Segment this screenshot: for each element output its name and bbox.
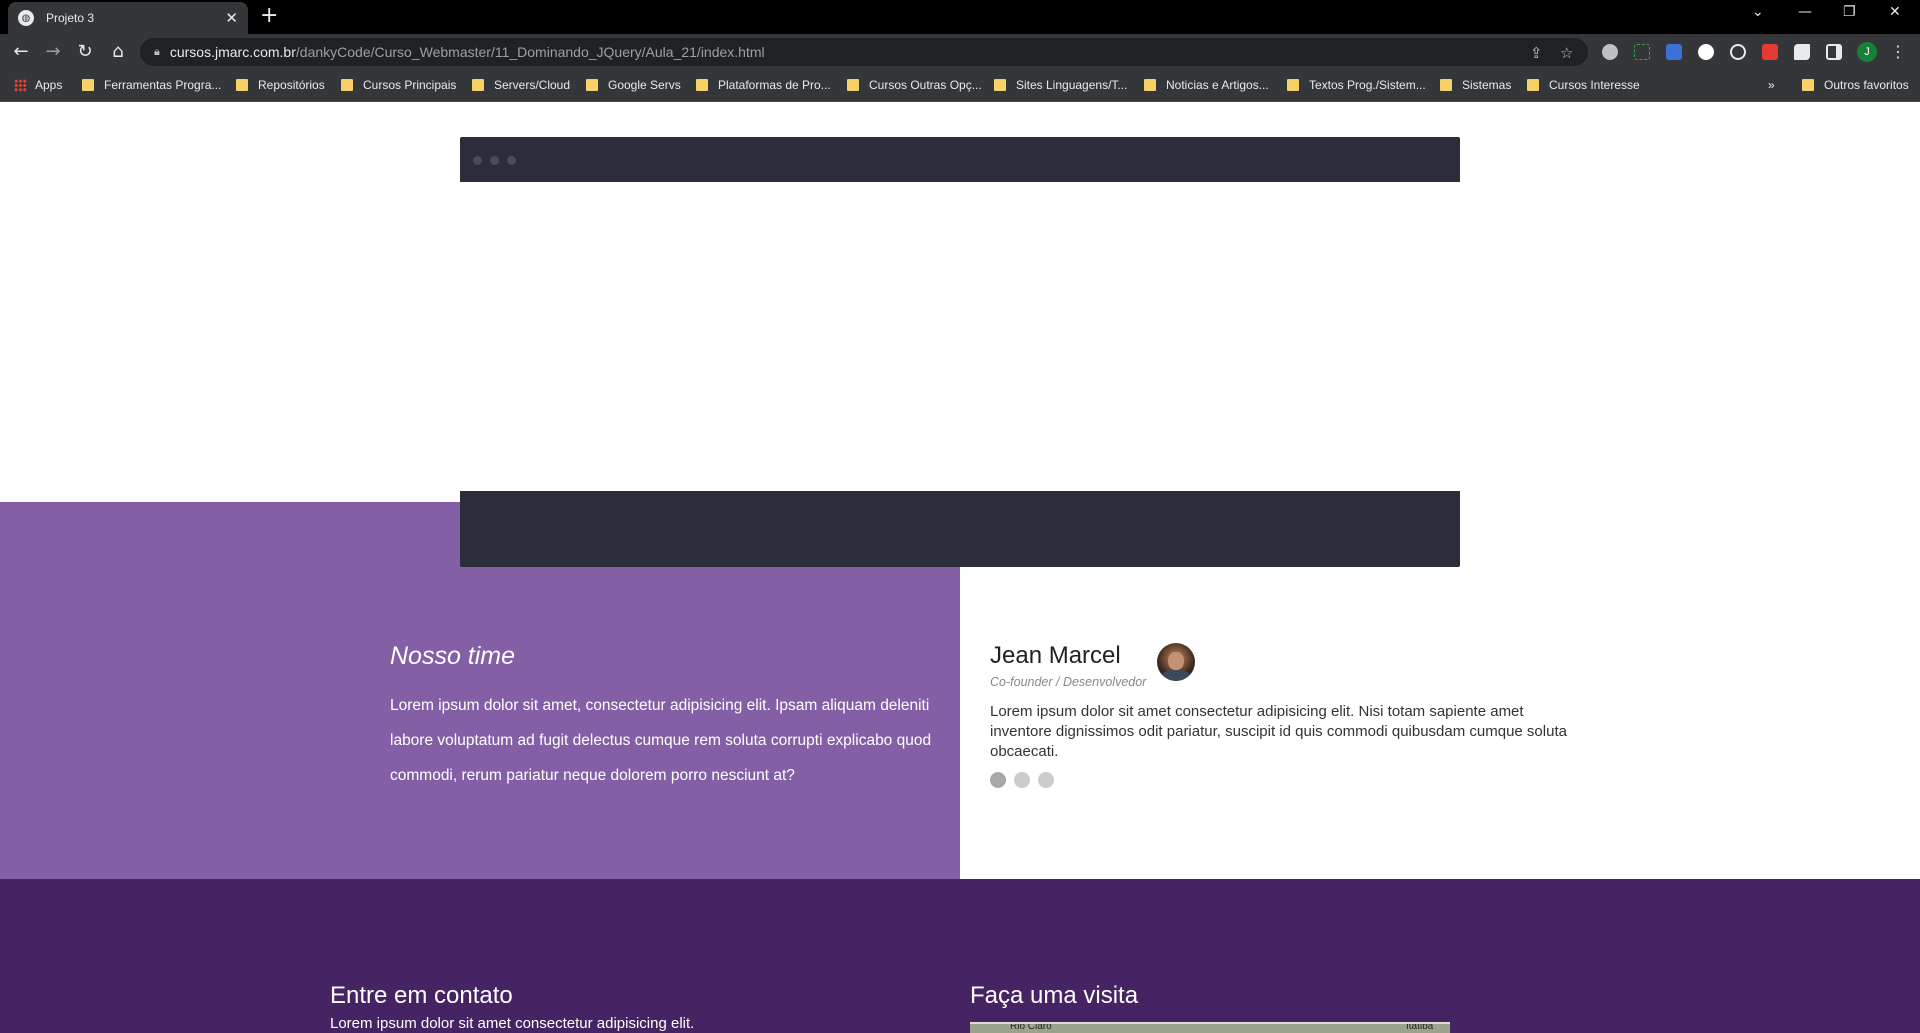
browser-mockup-footer (460, 491, 1460, 567)
gear-extension-icon[interactable] (1602, 44, 1618, 60)
profile-avatar[interactable]: J (1857, 42, 1877, 62)
other-bookmarks[interactable]: Outros favoritos (1802, 78, 1909, 92)
home-icon[interactable]: ⌂ (106, 40, 130, 64)
apps-grid-icon (14, 78, 27, 92)
slider-bullet[interactable] (1038, 772, 1054, 788)
forward-icon[interactable]: → (41, 40, 65, 64)
address-bar[interactable]: 🔒︎ cursos.jmarc.com.br/dankyCode/Curso_W… (140, 38, 1588, 66)
folder-icon (472, 79, 484, 91)
folder-icon (994, 79, 1006, 91)
new-tab-button[interactable]: + (260, 4, 278, 28)
browser-tab[interactable]: ◍ Projeto 3 ✕ (8, 2, 248, 34)
url-path: /dankyCode/Curso_Webmaster/11_Dominando_… (295, 44, 765, 60)
side-panel-icon[interactable] (1826, 44, 1842, 60)
react-devtools-icon[interactable] (1730, 44, 1746, 60)
bookmark-label: Outros favoritos (1824, 78, 1909, 92)
folder-icon (82, 79, 94, 91)
bookmark-folder[interactable]: Google Servs (586, 78, 681, 92)
browser-toolbar: ← → ↻ ⌂ 🔒︎ cursos.jmarc.com.br/dankyCode… (0, 34, 1920, 70)
bookmark-label: Ferramentas Progra... (104, 78, 222, 92)
bookmark-label: Servers/Cloud (494, 78, 571, 92)
contact-title: Entre em contato (330, 982, 513, 1009)
bookmark-label: Cursos Principais (363, 78, 457, 92)
visit-title: Faça uma visita (970, 982, 1139, 1009)
bookmark-label: Textos Prog./Sistem... (1309, 78, 1426, 92)
avatar-face (1168, 652, 1184, 670)
mockup-dot (490, 156, 499, 165)
team-description: Lorem ipsum dolor sit amet, consectetur … (390, 697, 932, 784)
bookmark-folder[interactable]: Cursos Outras Opç... (847, 78, 982, 92)
map-embed[interactable]: Rio Claro Itatiba (970, 1022, 1450, 1033)
contact-description: Lorem ipsum dolor sit amet consectetur a… (330, 1015, 695, 1032)
bookmark-label: Google Servs (608, 78, 681, 92)
folder-icon (341, 79, 353, 91)
bookmark-folder[interactable]: Noticias e Artigos... (1144, 78, 1269, 92)
bookmark-label: Cursos Outras Opç... (869, 78, 982, 92)
globe-icon: ◍ (18, 10, 34, 26)
bookmark-apps[interactable]: Apps (14, 78, 62, 92)
folder-icon (1287, 79, 1299, 91)
close-window-button[interactable]: ✕ (1889, 4, 1901, 20)
slider-bullet[interactable] (990, 772, 1006, 788)
folder-icon (1527, 79, 1539, 91)
folder-icon (586, 79, 598, 91)
puzzle-extensions-icon[interactable] (1794, 44, 1810, 60)
tab-title: Projeto 3 (46, 11, 95, 25)
bookmark-label: Cursos Interesse (1549, 78, 1640, 92)
map-label: Rio Claro (1010, 1022, 1052, 1032)
bookmark-label: Sites Linguagens/T... (1016, 78, 1128, 92)
share-icon[interactable]: ⇪ (1530, 44, 1543, 62)
more-bookmarks-button[interactable]: » (1768, 78, 1775, 92)
bookmark-label: Repositórios (258, 78, 325, 92)
bookmark-label: Plataformas de Pro... (718, 78, 831, 92)
team-title: Nosso time (390, 642, 516, 670)
bookmarks-bar: Apps Ferramentas Progra... Repositórios … (0, 70, 1920, 102)
mockup-dot (507, 156, 516, 165)
member-role: Co-founder / Desenvolvedor (990, 675, 1147, 689)
url-host: cursos.jmarc.com.br (169, 44, 296, 60)
bookmark-star-icon[interactable]: ☆ (1560, 44, 1573, 62)
folder-icon (847, 79, 859, 91)
folder-icon (696, 79, 708, 91)
member-description: Lorem ipsum dolor sit amet consectetur a… (990, 703, 1567, 760)
folder-icon (1440, 79, 1452, 91)
contact-section (0, 879, 1920, 1033)
folder-icon (1144, 79, 1156, 91)
mockup-dot (473, 156, 482, 165)
bookmark-folder[interactable]: Ferramentas Progra... (82, 78, 221, 92)
bookmark-label: Noticias e Artigos... (1166, 78, 1269, 92)
menu-kebab-icon[interactable]: ⋮ (1890, 42, 1906, 61)
avatar (1157, 643, 1195, 681)
extension-icon[interactable] (1666, 44, 1682, 60)
browser-mockup-header (460, 137, 1460, 182)
member-name: Jean Marcel (990, 642, 1121, 669)
restore-button[interactable]: ❐ (1843, 4, 1856, 20)
bookmark-folder[interactable]: Servers/Cloud (472, 78, 570, 92)
contrast-extension-icon[interactable] (1698, 44, 1714, 60)
bookmark-folder[interactable]: Textos Prog./Sistem... (1287, 78, 1426, 92)
slider-bullet[interactable] (1014, 772, 1030, 788)
map-label: Itatiba (1406, 1022, 1434, 1032)
folder-icon (1802, 79, 1814, 91)
bookmark-folder[interactable]: Sites Linguagens/T... (994, 78, 1127, 92)
screenshot-extension-icon[interactable] (1634, 44, 1650, 60)
bookmark-folder[interactable]: Sistemas (1440, 78, 1511, 92)
bookmark-folder[interactable]: Cursos Principais (341, 78, 456, 92)
bookmark-folder[interactable]: Repositórios (236, 78, 325, 92)
close-tab-icon[interactable]: ✕ (225, 10, 238, 26)
bookmark-label: Apps (35, 78, 63, 92)
lock-icon[interactable]: 🔒︎ (154, 45, 160, 59)
bookmark-folder[interactable]: Plataformas de Pro... (696, 78, 831, 92)
back-icon[interactable]: ← (9, 40, 33, 64)
avatar-shirt (1161, 670, 1191, 681)
web-page: Nosso time Lorem ipsum dolor sit amet, c… (0, 102, 1920, 1033)
bookmark-folder[interactable]: Cursos Interesse (1527, 78, 1640, 92)
minimize-button[interactable]: — (1798, 4, 1812, 20)
bookmark-label: Sistemas (1462, 78, 1512, 92)
tab-strip: ◍ Projeto 3 ✕ + ⌄ — ❐ ✕ (0, 0, 1920, 34)
tab-search-icon[interactable]: ⌄ (1752, 4, 1764, 20)
reload-icon[interactable]: ↻ (73, 40, 97, 64)
folder-icon (236, 79, 248, 91)
red-extension-icon[interactable] (1762, 44, 1778, 60)
